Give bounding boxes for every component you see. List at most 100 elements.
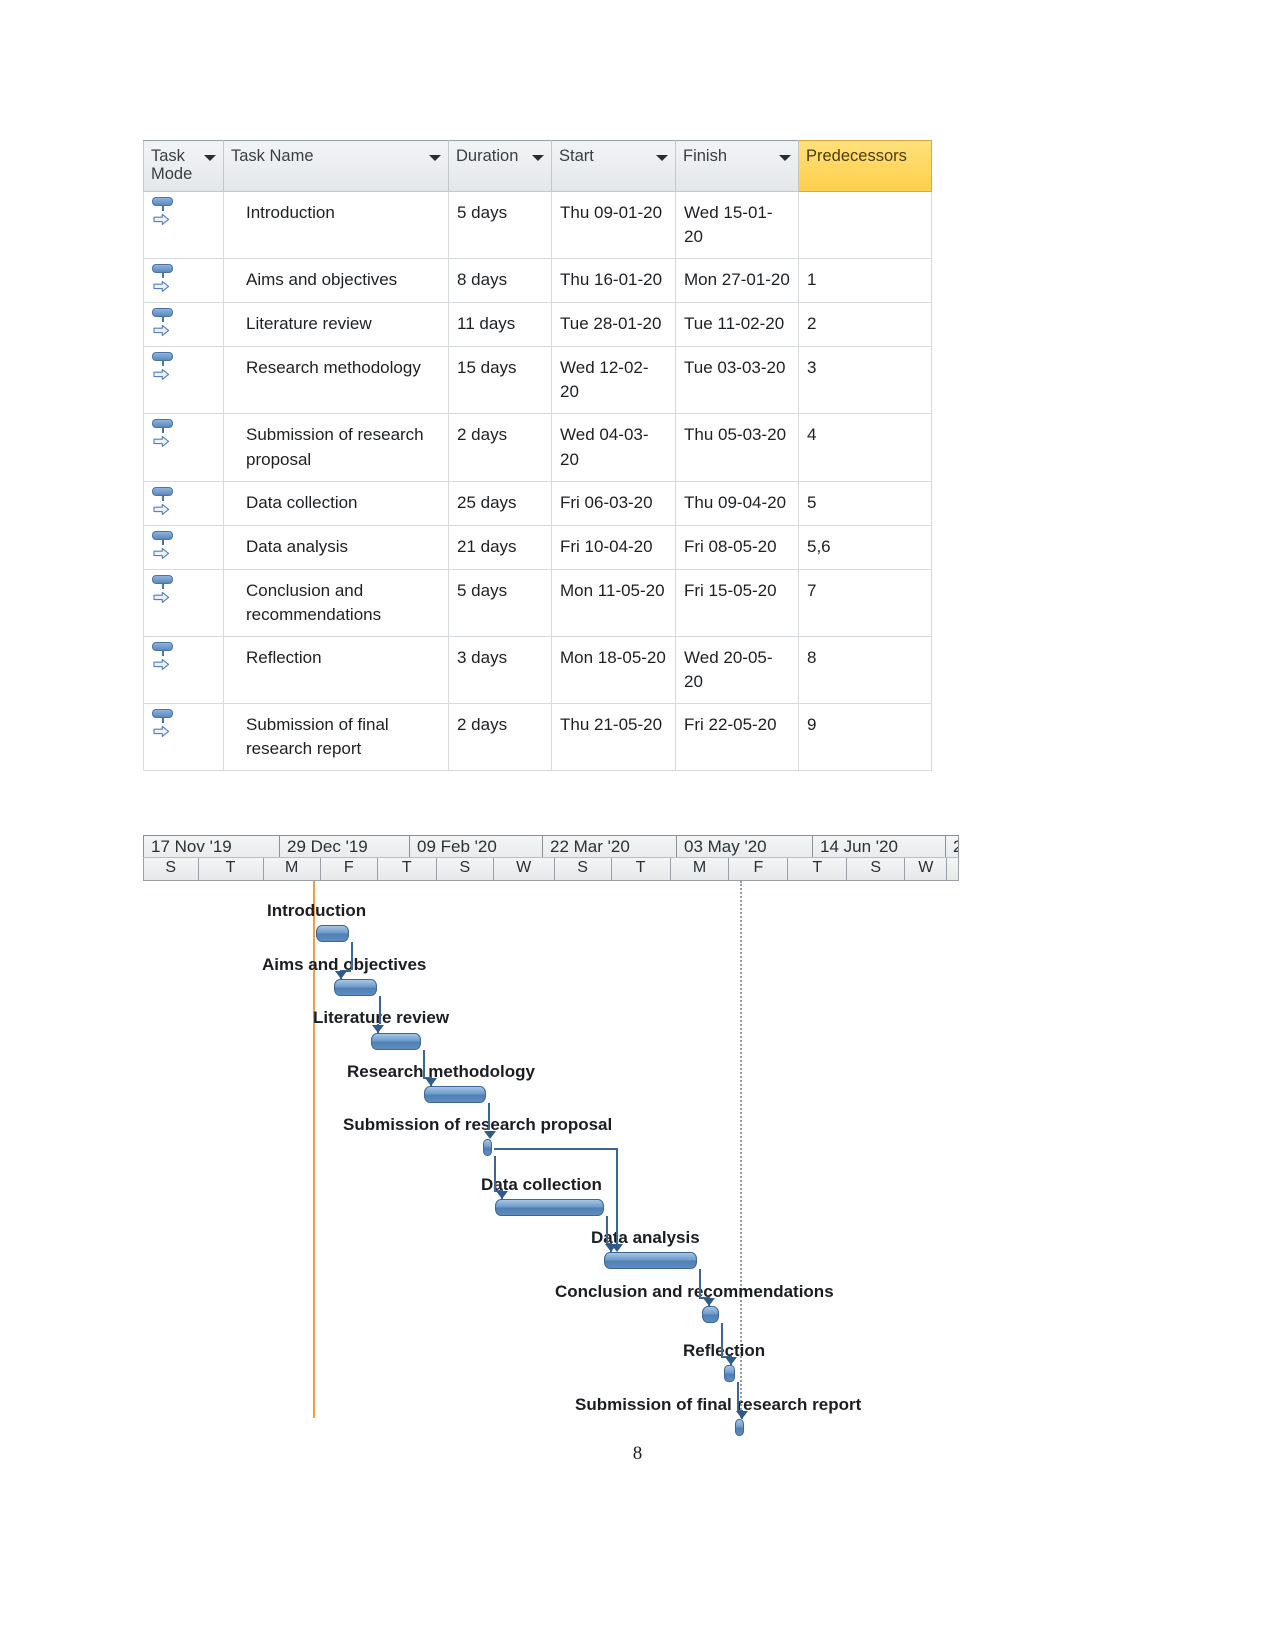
chevron-down-icon[interactable] <box>429 155 441 161</box>
table-row[interactable]: Submission of final research report 2 day… <box>143 703 932 772</box>
manual-schedule-icon <box>152 351 178 381</box>
timeline-day-cell: S <box>437 858 494 880</box>
gantt-bar[interactable] <box>735 1419 744 1436</box>
project-task-table: Task Mode Task Name Duration Start Finis… <box>143 140 932 772</box>
chevron-down-icon[interactable] <box>656 155 668 161</box>
table-row[interactable]: Conclusion and recommendations 5 days Mon … <box>143 568 932 637</box>
cell-predecessors[interactable]: 5,6 <box>798 524 932 570</box>
cell-duration[interactable]: 15 days <box>448 346 552 415</box>
cell-task-name[interactable]: Introduction <box>223 190 449 260</box>
cell-task-name[interactable]: Data analysis <box>223 524 449 570</box>
cell-start[interactable]: Wed 04-03-20 <box>551 413 676 482</box>
cell-start[interactable]: Thu 21-05-20 <box>551 703 676 772</box>
cell-task-name[interactable]: Data collection <box>223 480 449 526</box>
cell-start[interactable]: Thu 09-01-20 <box>551 190 676 260</box>
cell-finish[interactable]: Fri 15-05-20 <box>675 568 799 637</box>
cell-start[interactable]: Mon 11-05-20 <box>551 568 676 637</box>
table-row[interactable]: Introduction 5 days Thu 09-01-20 Wed 15-01-… <box>143 190 932 260</box>
chevron-down-icon[interactable] <box>204 155 216 161</box>
cell-task-name[interactable]: Conclusion and recommendations <box>223 568 449 637</box>
table-row[interactable]: Literature review 11 days Tue 28-01-20 Tue … <box>143 302 932 348</box>
cell-duration[interactable]: 21 days <box>448 524 552 570</box>
cell-duration[interactable]: 8 days <box>448 258 552 304</box>
cell-start[interactable]: Fri 10-04-20 <box>551 524 676 570</box>
cell-start[interactable]: Thu 16-01-20 <box>551 258 676 304</box>
table-row[interactable]: Aims and objectives 8 days Thu 16-01-20 Mon… <box>143 258 932 304</box>
cell-finish[interactable]: Tue 11-02-20 <box>675 302 799 348</box>
cell-task-mode[interactable] <box>143 480 224 526</box>
column-header-task-name[interactable]: Task Name <box>223 140 449 192</box>
manual-schedule-icon <box>152 641 178 671</box>
cell-finish[interactable]: Tue 03-03-20 <box>675 346 799 415</box>
table-row[interactable]: Submission of research proposal 2 days Wed… <box>143 413 932 482</box>
cell-predecessors[interactable]: 9 <box>798 703 932 772</box>
table-row[interactable]: Data analysis 21 days Fri 10-04-20 Fri 08-0… <box>143 524 932 570</box>
table-row[interactable]: Data collection 25 days Fri 06-03-20 Thu 09… <box>143 480 932 526</box>
cell-start[interactable]: Wed 12-02-20 <box>551 346 676 415</box>
column-header-predecessors[interactable]: Predecessors <box>798 140 932 192</box>
column-header-start[interactable]: Start <box>551 140 676 192</box>
timeline-month-cell: 29 Dec '19 <box>280 836 410 857</box>
table-row[interactable]: Reflection 3 days Mon 18-05-20 Wed 20-05-20… <box>143 635 932 705</box>
cell-task-name[interactable]: Literature review <box>223 302 449 348</box>
cell-finish[interactable]: Wed 20-05-20 <box>675 635 799 705</box>
gantt-plot-area: Introduction Aims and objectives Literatur… <box>143 881 959 1436</box>
cell-predecessors[interactable]: 5 <box>798 480 932 526</box>
chevron-down-icon[interactable] <box>532 155 544 161</box>
cell-task-mode[interactable] <box>143 568 224 637</box>
manual-schedule-icon <box>152 530 178 560</box>
manual-schedule-icon <box>152 263 178 293</box>
cell-task-mode[interactable] <box>143 703 224 772</box>
cell-predecessors[interactable]: 7 <box>798 568 932 637</box>
column-header-duration[interactable]: Duration <box>448 140 552 192</box>
cell-task-name[interactable]: Research methodology <box>223 346 449 415</box>
timeline-day-cell: T <box>612 858 671 880</box>
cell-task-mode[interactable] <box>143 302 224 348</box>
cell-predecessors[interactable] <box>798 190 932 260</box>
cell-finish[interactable]: Thu 09-04-20 <box>675 480 799 526</box>
cell-task-name[interactable]: Submission of research proposal <box>223 413 449 482</box>
cell-finish[interactable]: Thu 05-03-20 <box>675 413 799 482</box>
timeline-day-cell: S <box>847 858 906 880</box>
cell-start[interactable]: Fri 06-03-20 <box>551 480 676 526</box>
timeline-day-cell: T <box>788 858 848 880</box>
timeline-month-cell: 14 Jun '20 <box>813 836 946 857</box>
cell-task-mode[interactable] <box>143 524 224 570</box>
cell-task-mode[interactable] <box>143 190 224 260</box>
cell-task-name[interactable]: Submission of final research report <box>223 703 449 772</box>
cell-finish[interactable]: Fri 22-05-20 <box>675 703 799 772</box>
column-header-finish[interactable]: Finish <box>675 140 799 192</box>
table-row[interactable]: Research methodology 15 days Wed 12-02-20 T… <box>143 346 932 415</box>
cell-duration[interactable]: 3 days <box>448 635 552 705</box>
cell-task-mode[interactable] <box>143 258 224 304</box>
cell-finish[interactable]: Fri 08-05-20 <box>675 524 799 570</box>
column-header-label: Task Name <box>231 147 314 165</box>
cell-predecessors[interactable]: 4 <box>798 413 932 482</box>
cell-duration[interactable]: 2 days <box>448 413 552 482</box>
cell-duration[interactable]: 2 days <box>448 703 552 772</box>
timeline-day-cell <box>947 858 959 880</box>
cell-duration[interactable]: 11 days <box>448 302 552 348</box>
cell-duration[interactable]: 5 days <box>448 190 552 260</box>
cell-task-name[interactable]: Reflection <box>223 635 449 705</box>
cell-start[interactable]: Mon 18-05-20 <box>551 635 676 705</box>
cell-finish[interactable]: Mon 27-01-20 <box>675 258 799 304</box>
timeline-month-cell: 09 Feb '20 <box>410 836 543 857</box>
cell-predecessors[interactable]: 3 <box>798 346 932 415</box>
gantt-chart: 17 Nov '19 29 Dec '19 09 Feb '20 22 Mar '20… <box>143 835 959 1436</box>
cell-task-name[interactable]: Aims and objectives <box>223 258 449 304</box>
page-number: 8 <box>632 1443 643 1464</box>
cell-predecessors[interactable]: 1 <box>798 258 932 304</box>
cell-task-mode[interactable] <box>143 413 224 482</box>
cell-finish[interactable]: Wed 15-01-20 <box>675 190 799 260</box>
cell-duration[interactable]: 25 days <box>448 480 552 526</box>
cell-task-mode[interactable] <box>143 346 224 415</box>
cell-predecessors[interactable]: 2 <box>798 302 932 348</box>
column-header-label: Predecessors <box>806 147 907 165</box>
cell-predecessors[interactable]: 8 <box>798 635 932 705</box>
cell-start[interactable]: Tue 28-01-20 <box>551 302 676 348</box>
cell-task-mode[interactable] <box>143 635 224 705</box>
cell-duration[interactable]: 5 days <box>448 568 552 637</box>
column-header-task-mode[interactable]: Task Mode <box>143 140 224 192</box>
chevron-down-icon[interactable] <box>779 155 791 161</box>
